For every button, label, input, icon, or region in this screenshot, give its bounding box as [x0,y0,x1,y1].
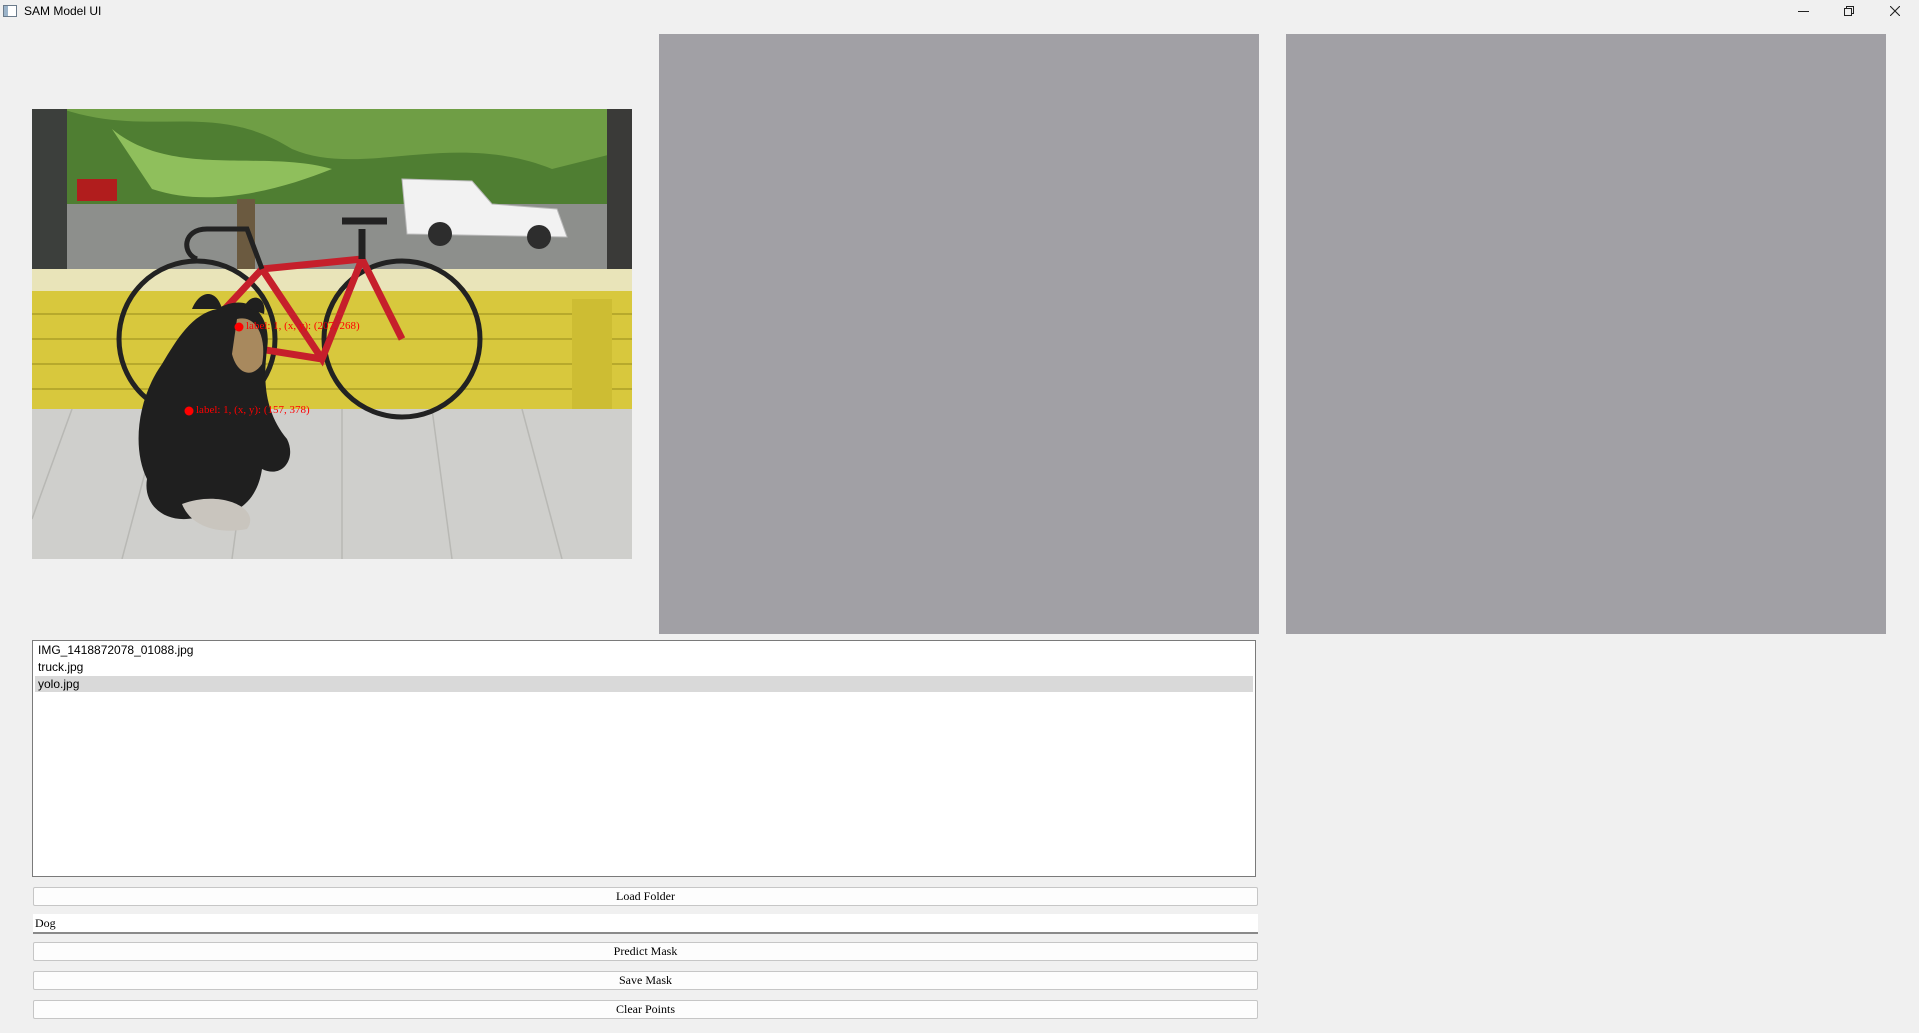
file-list[interactable]: IMG_1418872078_01088.jpg truck.jpg yolo.… [32,640,1256,877]
prompt-input[interactable] [33,914,1258,934]
mask-preview-panel [659,34,1259,634]
title-bar: SAM Model UI [0,0,1919,22]
point-label-2: label: 1, (x, y): (157, 378) [196,404,310,416]
file-list-item-selected[interactable]: yolo.jpg [35,676,1253,692]
clear-points-button[interactable]: Clear Points [33,1000,1258,1019]
result-preview-panel [1286,34,1886,634]
photo-canvas[interactable]: label: 1, (x, y): (207, 268) label: 1, (… [32,109,632,559]
load-folder-button[interactable]: Load Folder [33,887,1258,906]
point-marker-1[interactable]: label: 1, (x, y): (207, 268) [234,320,360,332]
point-label-1: label: 1, (x, y): (207, 268) [246,320,360,332]
restore-button[interactable] [1826,0,1872,22]
point-marker-2[interactable]: label: 1, (x, y): (157, 378) [184,404,310,416]
minimize-button[interactable] [1780,0,1826,22]
file-list-item[interactable]: truck.jpg [35,659,1253,675]
minimize-icon [1797,10,1809,12]
predict-mask-button[interactable]: Predict Mask [33,942,1258,961]
image-viewer[interactable]: label: 1, (x, y): (207, 268) label: 1, (… [32,109,632,559]
save-mask-button[interactable]: Save Mask [33,971,1258,990]
restore-icon [1844,6,1854,16]
window-title: SAM Model UI [24,4,102,18]
close-icon [1890,6,1900,16]
file-list-item[interactable]: IMG_1418872078_01088.jpg [35,642,1253,658]
app-window-icon [3,5,17,17]
close-button[interactable] [1872,0,1918,22]
